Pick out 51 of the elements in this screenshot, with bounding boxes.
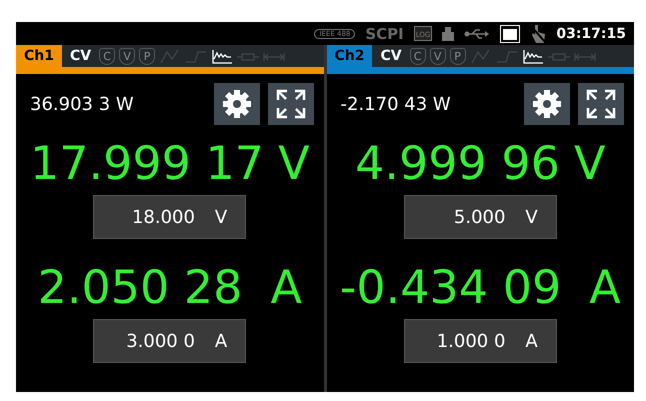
shield-icon: V: [119, 48, 136, 64]
voltage-unit: V: [574, 135, 606, 191]
voltage-reading: 4.999 96: [355, 135, 560, 191]
shield-icon: P: [450, 48, 466, 64]
expand-icon: [585, 88, 617, 120]
power-reading: 36.903 3 W: [30, 94, 135, 114]
setpoint-value: 18.000: [132, 206, 195, 228]
network-icon: [500, 24, 520, 42]
current-setpoint-field[interactable]: 1.000 0 A: [404, 319, 557, 363]
mode-label: CV: [380, 48, 402, 64]
channel-tab[interactable]: Ch1: [16, 45, 62, 67]
shield-icon: C: [99, 48, 116, 64]
settings-icon: [532, 89, 562, 119]
setpoint-unit: V: [525, 206, 538, 228]
setpoint-unit: A: [214, 330, 228, 352]
setpoint-value: 3.000 0: [126, 330, 195, 352]
usb-icon: [464, 28, 490, 40]
ramp-icon: [470, 48, 492, 64]
settings-button[interactable]: [214, 83, 260, 125]
settings-icon: [222, 89, 252, 119]
shield-icon: V: [430, 48, 446, 64]
scpi-indicator: SCPI: [365, 24, 404, 42]
power-reading: -2.170 43 W: [340, 94, 452, 114]
current-unit: A: [270, 259, 302, 315]
step-icon: [496, 48, 518, 64]
expand-button[interactable]: [268, 83, 314, 125]
mode-label: CV: [70, 48, 92, 64]
current-unit: A: [589, 259, 621, 315]
step-icon: [185, 48, 208, 64]
current-reading: 2.050 28: [38, 259, 242, 315]
voltage-reading: 17.999 17: [30, 135, 264, 191]
settings-button[interactable]: [524, 83, 570, 125]
voltage-unit: V: [278, 135, 310, 191]
expand-icon: [274, 88, 306, 120]
channel-tab[interactable]: Ch2: [326, 45, 372, 67]
shield-icon: P: [139, 48, 156, 64]
setpoint-unit: V: [214, 206, 228, 228]
shield-icon: C: [410, 48, 426, 64]
voltage-setpoint-field[interactable]: 5.000 V: [404, 195, 557, 239]
waveform-icon: [522, 48, 544, 64]
current-reading: -0.434 09: [340, 259, 562, 315]
clock-time: 03:17:15: [556, 26, 626, 42]
voltage-setpoint-field[interactable]: 18.000 V: [93, 195, 246, 239]
setpoint-value: 1.000 0: [436, 330, 506, 352]
waveform-icon: [211, 48, 234, 64]
setpoint-value: 5.000: [454, 206, 506, 228]
usb-stick-icon: [442, 26, 454, 40]
expand-button[interactable]: [578, 83, 624, 125]
ramp-icon: [159, 48, 182, 64]
setpoint-unit: A: [525, 330, 538, 352]
current-setpoint-field[interactable]: 3.000 0 A: [93, 319, 246, 363]
